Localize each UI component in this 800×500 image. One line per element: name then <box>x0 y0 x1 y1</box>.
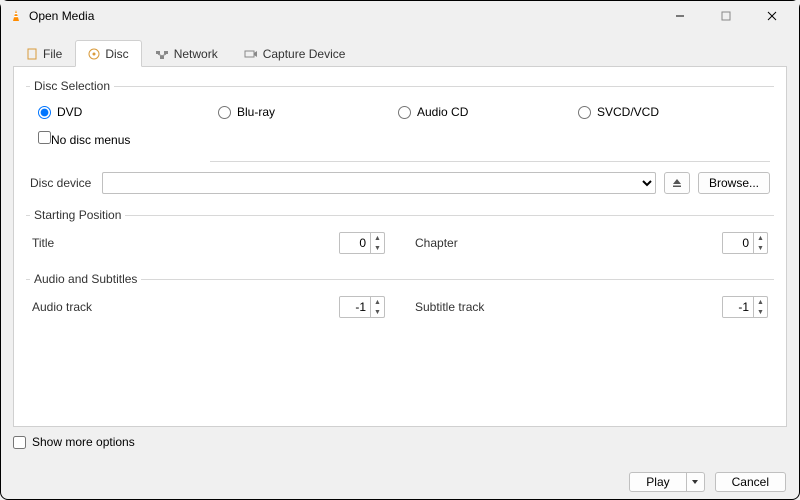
up-arrow-icon[interactable]: ▲ <box>754 297 767 307</box>
disc-device-row: Disc device Browse... <box>30 172 770 194</box>
radio-dvd[interactable]: DVD <box>38 105 158 119</box>
vlc-icon <box>9 9 23 23</box>
tab-capture-label: Capture Device <box>263 47 346 61</box>
close-button[interactable] <box>749 1 795 31</box>
tab-file-label: File <box>43 47 62 61</box>
tab-disc-label: Disc <box>105 47 128 61</box>
disc-device-label: Disc device <box>30 176 94 190</box>
dialog-actions: Play Cancel <box>629 472 786 492</box>
play-button-label: Play <box>646 475 669 489</box>
tab-network[interactable]: Network <box>142 40 231 67</box>
audio-subtitles-legend: Audio and Subtitles <box>30 272 141 286</box>
title-label: Title <box>32 236 331 250</box>
play-button[interactable]: Play <box>629 472 686 492</box>
subtitle-track-spinbox[interactable]: ▲▼ <box>722 296 768 318</box>
down-arrow-icon[interactable]: ▼ <box>371 243 384 253</box>
checkbox-show-more-options[interactable]: Show more options <box>13 435 787 449</box>
play-dropdown-button[interactable] <box>687 472 705 492</box>
tab-file[interactable]: File <box>13 40 75 67</box>
network-icon <box>155 48 169 60</box>
chapter-field: Chapter ▲▼ <box>415 232 768 254</box>
disc-device-select[interactable] <box>102 172 656 194</box>
window-controls <box>657 1 795 31</box>
down-arrow-icon[interactable]: ▼ <box>371 307 384 317</box>
audio-subtitles-group: Audio and Subtitles Audio track ▲▼ Subti… <box>26 272 774 332</box>
down-arrow-icon[interactable]: ▼ <box>754 307 767 317</box>
title-field: Title ▲▼ <box>32 232 385 254</box>
disc-icon <box>88 48 100 60</box>
disc-selection-legend: Disc Selection <box>30 79 114 93</box>
up-arrow-icon[interactable]: ▲ <box>371 233 384 243</box>
audio-track-field: Audio track ▲▼ <box>32 296 385 318</box>
no-disc-menus-label: No disc menus <box>51 133 130 147</box>
starting-position-legend: Starting Position <box>30 208 125 222</box>
up-arrow-icon[interactable]: ▲ <box>371 297 384 307</box>
maximize-button[interactable] <box>703 1 749 31</box>
capture-icon <box>244 48 258 60</box>
chapter-input[interactable] <box>723 233 753 253</box>
radio-bluray-label: Blu-ray <box>237 105 275 119</box>
radio-svcd-label: SVCD/VCD <box>597 105 659 119</box>
up-arrow-icon[interactable]: ▲ <box>754 233 767 243</box>
tab-network-label: Network <box>174 47 218 61</box>
cancel-button[interactable]: Cancel <box>715 472 786 492</box>
minimize-button[interactable] <box>657 1 703 31</box>
browse-button[interactable]: Browse... <box>698 172 770 194</box>
play-split-button: Play <box>629 472 704 492</box>
radio-svcd[interactable]: SVCD/VCD <box>578 105 698 119</box>
cancel-button-label: Cancel <box>732 475 769 489</box>
starting-position-group: Starting Position Title ▲▼ Chapter ▲▼ <box>26 208 774 268</box>
show-more-options-label: Show more options <box>32 435 135 449</box>
tab-capture[interactable]: Capture Device <box>231 40 359 67</box>
radio-audiocd[interactable]: Audio CD <box>398 105 518 119</box>
eject-button[interactable] <box>664 172 690 194</box>
chapter-label: Chapter <box>415 236 714 250</box>
subtitle-track-label: Subtitle track <box>415 300 714 314</box>
audio-track-label: Audio track <box>32 300 331 314</box>
subtitle-track-input[interactable] <box>723 297 753 317</box>
browse-button-label: Browse... <box>709 176 759 190</box>
title-input[interactable] <box>340 233 370 253</box>
radio-dvd-label: DVD <box>57 105 82 119</box>
audio-track-input[interactable] <box>340 297 370 317</box>
titlebar: Open Media <box>1 1 799 31</box>
tab-disc[interactable]: Disc <box>75 40 141 67</box>
window-title: Open Media <box>29 9 94 23</box>
tab-body-disc: Disc Selection DVD Blu-ray Audio CD SVCD… <box>13 67 787 427</box>
subtitle-track-field: Subtitle track ▲▼ <box>415 296 768 318</box>
radio-bluray[interactable]: Blu-ray <box>218 105 338 119</box>
down-arrow-icon[interactable]: ▼ <box>754 243 767 253</box>
radio-audiocd-label: Audio CD <box>417 105 468 119</box>
dialog-content: File Disc Network Capture Device Disc Se… <box>1 31 799 449</box>
disc-selection-group: Disc Selection DVD Blu-ray Audio CD SVCD… <box>26 79 774 204</box>
checkbox-no-disc-menus[interactable]: No disc menus <box>30 131 130 147</box>
chapter-spinbox[interactable]: ▲▼ <box>722 232 768 254</box>
disc-types: DVD Blu-ray Audio CD SVCD/VCD <box>30 99 770 125</box>
separator <box>210 161 770 162</box>
tabs: File Disc Network Capture Device <box>13 39 787 67</box>
file-icon <box>26 48 38 60</box>
audio-track-spinbox[interactable]: ▲▼ <box>339 296 385 318</box>
title-spinbox[interactable]: ▲▼ <box>339 232 385 254</box>
